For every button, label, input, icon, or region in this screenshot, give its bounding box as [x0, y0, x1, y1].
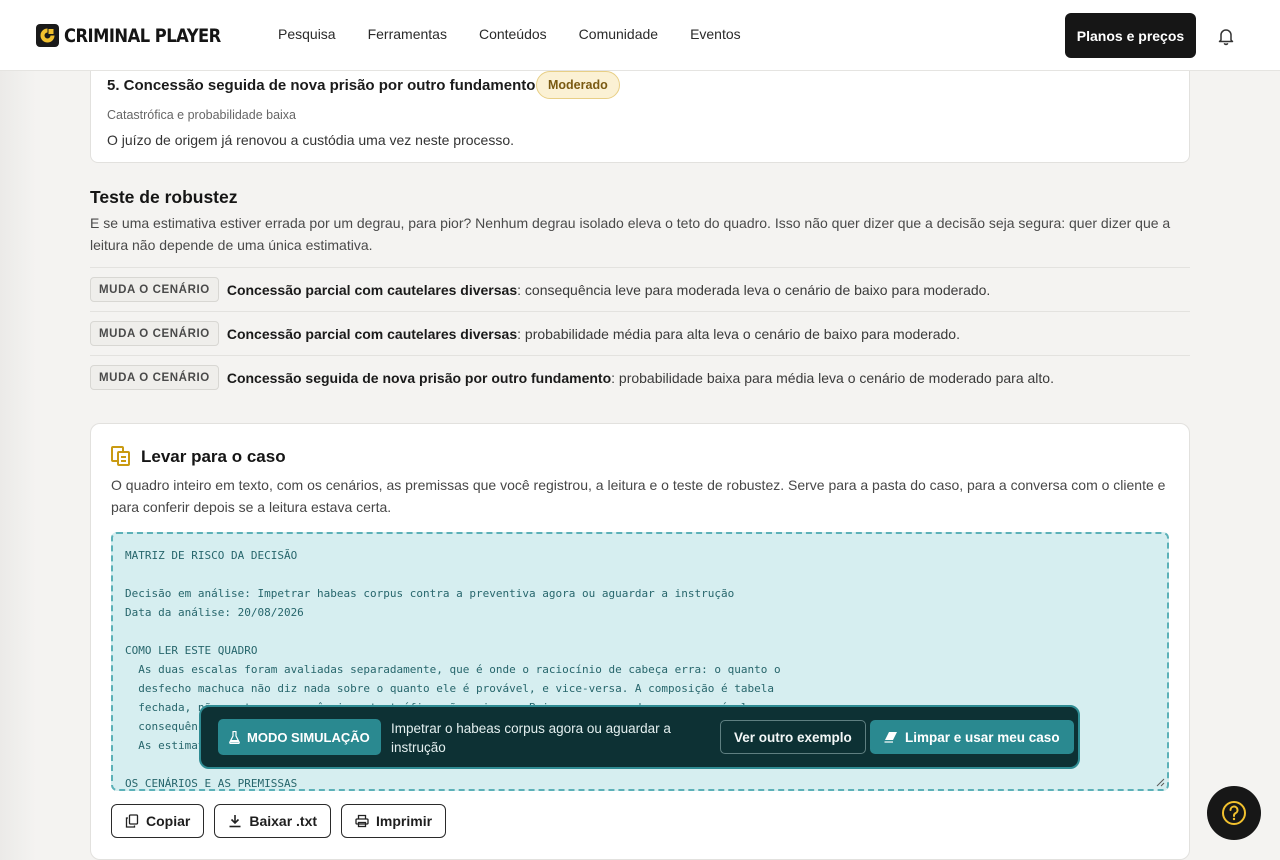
print-label: Imprimir — [376, 813, 433, 829]
robustness-item-detail: : probabilidade baixa para média leva o … — [611, 369, 1054, 386]
copy-button[interactable]: Copiar — [111, 804, 205, 838]
change-scenario-tag: MUDA O CENÁRIO — [90, 365, 219, 390]
robustness-item-text: Concessão parcial com cautelares diversa… — [227, 326, 960, 342]
copy-icon — [125, 814, 139, 828]
see-another-example-button[interactable]: Ver outro exemplo — [720, 720, 866, 754]
download-icon — [229, 815, 241, 828]
risk-level-badge: Moderado — [536, 71, 620, 99]
clear-use-my-case-label: Limpar e usar meu caso — [905, 729, 1060, 745]
scenario-description: O juízo de origem já renovou a custódia … — [107, 132, 514, 148]
change-scenario-tag: MUDA O CENÁRIO — [90, 277, 219, 302]
nav-item-comunidade[interactable]: Comunidade — [563, 26, 674, 42]
scenario-subtitle: Catastrófica e probabilidade baixa — [107, 108, 297, 122]
top-navigation-bar: CRIMINAL PLAYER Pesquisa Ferramentas Con… — [0, 0, 1280, 71]
simulation-decision-text: Impetrar o habeas corpus agora ou aguard… — [391, 721, 671, 755]
nav-item-ferramentas[interactable]: Ferramentas — [352, 26, 463, 42]
resize-grip-icon[interactable] — [1155, 777, 1165, 787]
question-mark-icon — [1222, 801, 1246, 825]
take-to-case-title: Levar para o caso — [141, 447, 286, 466]
scenario-card: 5. Concessão seguida de nova prisão por … — [90, 58, 1190, 163]
main-nav: Pesquisa Ferramentas Conteúdos Comunidad… — [262, 26, 757, 42]
clipboard-icon — [111, 446, 131, 471]
copy-label: Copiar — [146, 813, 191, 829]
logo-mark-icon — [36, 24, 59, 47]
scenario-title: 5. Concessão seguida de nova prisão por … — [107, 77, 536, 94]
take-to-case-card: Levar para o caso O quadro inteiro em te… — [90, 423, 1190, 860]
eraser-icon — [884, 732, 897, 743]
robustness-title: Teste de robustez — [90, 187, 238, 207]
robustness-description: E se uma estimativa estiver errada por u… — [90, 215, 1171, 253]
robustness-item: MUDA O CENÁRIO Concessão seguida de nova… — [90, 355, 1190, 399]
brand-logo[interactable]: CRIMINAL PLAYER — [36, 24, 246, 47]
nav-item-conteudos[interactable]: Conteúdos — [463, 26, 563, 42]
export-actions: Copiar Baixar .txt Imprimir — [111, 804, 447, 838]
robustness-item-text: Concessão parcial com cautelares diversa… — [227, 282, 990, 298]
brand-name: CRIMINAL PLAYER — [64, 24, 221, 47]
take-to-case-description: O quadro inteiro em texto, com os cenári… — [111, 477, 1166, 515]
robustness-item-detail: : consequência leve para moderada leva o… — [517, 281, 991, 298]
print-button[interactable]: Imprimir — [341, 804, 447, 838]
download-txt-button[interactable]: Baixar .txt — [214, 804, 332, 838]
robustness-item-scenario: Concessão parcial com cautelares diversa… — [226, 325, 518, 342]
robustness-list: MUDA O CENÁRIO Concessão parcial com cau… — [90, 267, 1190, 399]
download-label: Baixar .txt — [249, 813, 318, 829]
clear-use-my-case-button[interactable]: Limpar e usar meu caso — [870, 720, 1074, 754]
robustness-item-scenario: Concessão parcial com cautelares diversa… — [226, 281, 518, 298]
robustness-item: MUDA O CENÁRIO Concessão parcial com cau… — [90, 267, 1190, 311]
change-scenario-tag: MUDA O CENÁRIO — [90, 321, 219, 346]
printer-icon — [355, 814, 369, 828]
simulation-mode-banner: MODO SIMULAÇÃO Impetrar o habeas corpus … — [199, 705, 1080, 769]
robustness-item-scenario: Concessão seguida de nova prisão por out… — [226, 369, 612, 386]
robustness-item-text: Concessão seguida de nova prisão por out… — [227, 370, 1054, 386]
simulation-mode-label: MODO SIMULAÇÃO — [247, 729, 370, 745]
robustness-item: MUDA O CENÁRIO Concessão parcial com cau… — [90, 311, 1190, 355]
robustness-item-detail: : probabilidade média para alta leva o c… — [517, 325, 960, 342]
flask-icon — [229, 730, 240, 744]
nav-item-eventos[interactable]: Eventos — [674, 26, 757, 42]
plans-pricing-button[interactable]: Planos e preços — [1065, 13, 1196, 58]
simulation-mode-badge: MODO SIMULAÇÃO — [218, 719, 381, 755]
nav-item-pesquisa[interactable]: Pesquisa — [262, 26, 352, 42]
help-button[interactable] — [1207, 786, 1261, 840]
bell-icon[interactable] — [1216, 26, 1236, 46]
